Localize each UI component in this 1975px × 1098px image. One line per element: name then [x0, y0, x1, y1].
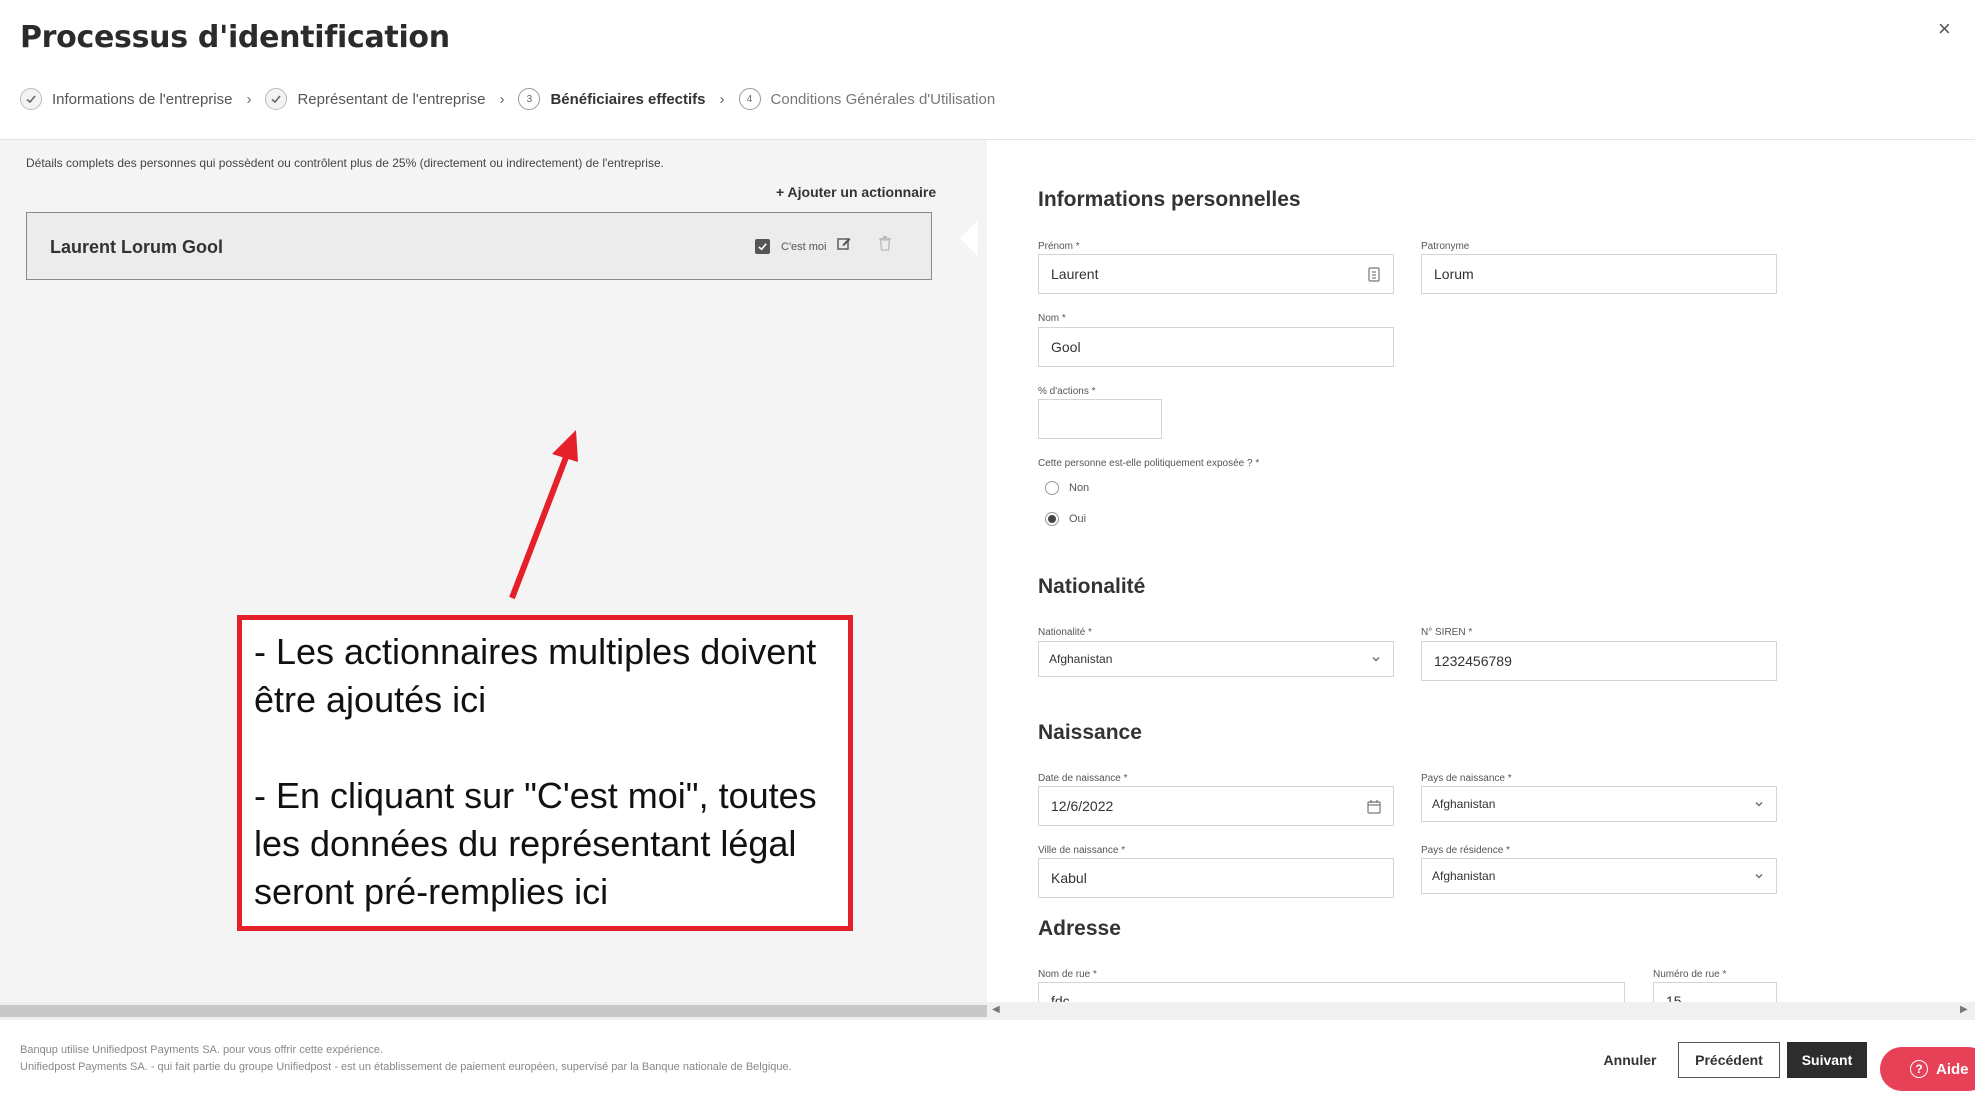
cest-moi-label[interactable]: C'est moi: [781, 241, 827, 253]
previous-button[interactable]: Précédent: [1678, 1042, 1780, 1078]
trash-icon[interactable]: [878, 235, 892, 251]
annotation-line: - Les actionnaires multiples doivent: [254, 631, 817, 672]
radio-label: Oui: [1069, 513, 1087, 525]
help-label: Aide: [1936, 1060, 1969, 1078]
input-value: 1232456789: [1434, 653, 1512, 669]
annotation-arrow-icon: [509, 430, 578, 600]
input-value: Laurent: [1051, 266, 1099, 282]
patronym-input[interactable]: Lorum: [1421, 254, 1777, 294]
nationality-select[interactable]: Afghanistan: [1038, 641, 1394, 677]
section-title-nationality: Nationalité: [1038, 575, 1146, 598]
field-label: Nom de rue *: [1038, 969, 1097, 980]
input-value: Lorum: [1434, 266, 1474, 282]
annotation-line: seront pré-remplies ici: [254, 871, 609, 912]
first-name-input[interactable]: Laurent: [1038, 254, 1394, 294]
field-label: Ville de naissance *: [1038, 845, 1126, 856]
step-label: Représentant de l'entreprise: [297, 90, 486, 108]
siren-input[interactable]: 1232456789: [1421, 641, 1777, 681]
step-number: 4: [738, 88, 761, 110]
field-label: Cette personne est-elle politiquement ex…: [1038, 458, 1260, 469]
scroll-right-icon[interactable]: ▶: [1960, 1004, 1968, 1015]
step-company-info[interactable]: Informations de l'entreprise: [20, 88, 232, 110]
cest-moi-checkbox[interactable]: [755, 239, 770, 254]
next-button[interactable]: Suivant: [1787, 1042, 1867, 1078]
contact-card-icon: [1368, 267, 1380, 282]
footer-line: Banqup utilise Unifiedpost Payments SA. …: [20, 1044, 383, 1056]
field-label: Nationalité *: [1038, 627, 1092, 638]
input-value: 12/6/2022: [1051, 798, 1114, 814]
scroll-left-icon[interactable]: ◀: [992, 1004, 1000, 1015]
chevron-down-icon: [1755, 874, 1763, 879]
residence-country-select[interactable]: Afghanistan: [1421, 858, 1777, 894]
input-value: Gool: [1051, 339, 1081, 355]
share-percent-input[interactable]: [1038, 399, 1162, 439]
input-value: fdc: [1051, 993, 1070, 1002]
field-label: Prénom *: [1038, 241, 1080, 252]
field-label: Patronyme: [1421, 241, 1470, 252]
chevron-right-icon: ›: [499, 90, 505, 108]
field-label: Pays de résidence *: [1421, 845, 1510, 856]
annotation-callout: - Les actionnaires multiples doivent êtr…: [237, 615, 853, 931]
select-value: Afghanistan: [1049, 652, 1113, 666]
cancel-button[interactable]: Annuler: [1590, 1042, 1670, 1078]
panel-description: Détails complets des personnes qui possè…: [26, 156, 664, 170]
step-beneficial-owners[interactable]: 3 Bénéficiaires effectifs: [518, 88, 706, 110]
add-shareholder-link[interactable]: + Ajouter un actionnaire: [776, 184, 936, 200]
step-terms[interactable]: 4 Conditions Générales d'Utilisation: [738, 88, 996, 110]
footer-line: Unifiedpost Payments SA. - qui fait part…: [20, 1061, 792, 1073]
scrollbar-thumb[interactable]: [0, 1005, 987, 1017]
input-value: 15: [1666, 993, 1682, 1002]
beneficiary-card[interactable]: Laurent Lorum Gool C'est moi: [26, 212, 932, 280]
beneficiary-name: Laurent Lorum Gool: [50, 237, 223, 257]
birth-country-select[interactable]: Afghanistan: [1421, 786, 1777, 822]
select-value: Afghanistan: [1432, 797, 1496, 811]
input-value: Kabul: [1051, 870, 1087, 886]
horizontal-scrollbar[interactable]: ◀ ▶: [0, 1002, 1975, 1020]
radio-circle[interactable]: [1045, 512, 1059, 526]
field-label: Date de naissance *: [1038, 773, 1128, 784]
check-icon: [20, 88, 42, 110]
annotation-line: les données du représentant légal: [254, 823, 797, 864]
street-number-input[interactable]: 15: [1653, 982, 1777, 1002]
edit-icon[interactable]: [836, 235, 852, 251]
section-title-birth: Naissance: [1038, 721, 1142, 744]
step-company-representative[interactable]: Représentant de l'entreprise: [265, 88, 485, 110]
last-name-input[interactable]: Gool: [1038, 327, 1394, 367]
stepper: Informations de l'entreprise › Représent…: [20, 84, 995, 114]
close-icon[interactable]: ×: [1938, 16, 1951, 42]
select-value: Afghanistan: [1432, 869, 1496, 883]
radio-non[interactable]: Non: [1045, 481, 1089, 495]
radio-circle[interactable]: [1045, 481, 1059, 495]
help-button[interactable]: ? Aide: [1880, 1047, 1975, 1091]
annotation-line: - En cliquant sur "C'est moi", toutes: [254, 775, 817, 816]
birth-city-input[interactable]: Kabul: [1038, 858, 1394, 898]
birth-date-input[interactable]: 12/6/2022: [1038, 786, 1394, 826]
section-title-address: Adresse: [1038, 917, 1121, 940]
help-icon: ?: [1910, 1060, 1928, 1078]
chevron-right-icon: ›: [246, 90, 252, 108]
section-title-personal: Informations personnelles: [1038, 188, 1301, 211]
field-label: % d'actions *: [1038, 386, 1096, 397]
page-title: Processus d'identification: [20, 20, 450, 55]
step-number: 3: [518, 88, 541, 110]
annotation-line: être ajoutés ici: [254, 679, 487, 720]
step-label: Conditions Générales d'Utilisation: [770, 90, 996, 108]
field-label: Numéro de rue *: [1653, 969, 1727, 980]
radio-oui[interactable]: Oui: [1045, 512, 1086, 526]
street-name-input[interactable]: fdc: [1038, 982, 1625, 1002]
radio-label: Non: [1069, 482, 1090, 494]
check-icon: [265, 88, 288, 110]
field-label: N° SIREN *: [1421, 627, 1473, 638]
field-label: Pays de naissance *: [1421, 773, 1512, 784]
collapse-arrow-icon[interactable]: [960, 220, 978, 256]
beneficiaries-panel: Détails complets des personnes qui possè…: [0, 140, 987, 1002]
chevron-down-icon: [1372, 657, 1380, 662]
field-label: Nom *: [1038, 313, 1066, 324]
calendar-icon[interactable]: [1367, 799, 1381, 814]
chevron-right-icon: ›: [719, 90, 725, 108]
beneficiary-form: Informations personnelles Prénom * Laure…: [987, 140, 1975, 1002]
step-label: Informations de l'entreprise: [52, 90, 233, 108]
step-label: Bénéficiaires effectifs: [550, 90, 706, 108]
chevron-down-icon: [1755, 802, 1763, 807]
